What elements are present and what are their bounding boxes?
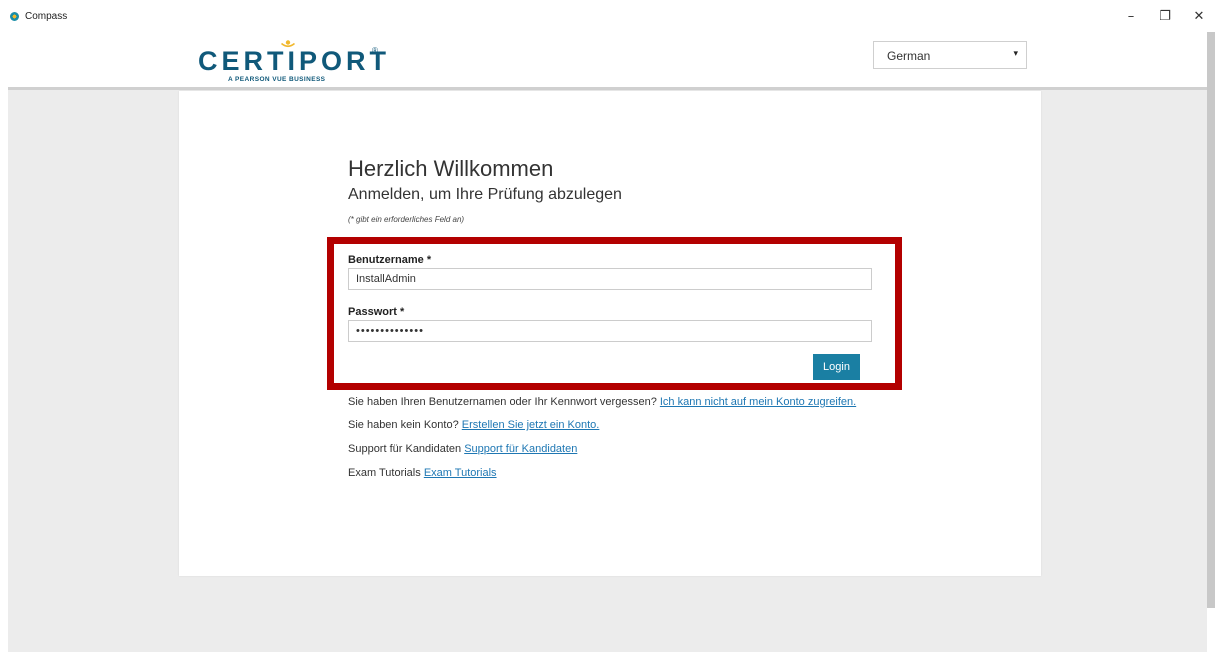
language-selected-value: German — [887, 49, 931, 63]
page-title: Herzlich Willkommen — [348, 156, 554, 181]
compass-app-icon — [10, 12, 19, 21]
username-label: Benutzername * — [348, 254, 432, 266]
window-title: Compass — [25, 11, 68, 22]
forgot-credentials-text: Sie haben Ihren Benutzernamen oder Ihr K… — [348, 396, 657, 408]
create-account-link[interactable]: Erstellen Sie jetzt ein Konto. — [462, 419, 600, 431]
exam-tutorials-text: Exam Tutorials — [348, 467, 421, 479]
account-access-link[interactable]: Ich kann nicht auf mein Konto zugreifen. — [660, 396, 856, 408]
page-subtitle: Anmelden, um Ihre Prüfung abzulegen — [348, 186, 622, 203]
certiport-logo: CERTIPORT ® A PEARSON VUE BUSINESS — [198, 40, 388, 86]
chevron-down-icon: ▾ — [1013, 48, 1018, 58]
restore-button[interactable]: ❐ — [1152, 8, 1178, 26]
logo-wordmark: CERTIPORT — [198, 46, 391, 76]
close-button[interactable]: ✕ — [1186, 8, 1212, 26]
login-button[interactable]: Login — [813, 354, 860, 380]
password-field[interactable] — [348, 320, 872, 342]
logo-tagline: A PEARSON VUE BUSINESS — [228, 76, 326, 83]
candidate-support-text: Support für Kandidaten — [348, 443, 462, 455]
header: CERTIPORT ® A PEARSON VUE BUSINESS Germa… — [0, 32, 1215, 88]
candidate-support-line: Support für Kandidaten Support für Kandi… — [348, 443, 577, 455]
logo-registered-mark: ® — [372, 46, 378, 55]
username-field[interactable] — [348, 268, 872, 290]
required-field-note: (* gibt ein erforderliches Feld an) — [348, 215, 465, 224]
password-label: Passwort * — [348, 306, 405, 318]
forgot-credentials-line: Sie haben Ihren Benutzernamen oder Ihr K… — [348, 396, 856, 408]
language-select[interactable]: German ▾ — [873, 41, 1027, 69]
minimize-button[interactable]: – — [1118, 8, 1144, 26]
title-bar: Compass – ❐ ✕ — [0, 0, 1215, 32]
no-account-line: Sie haben kein Konto? Erstellen Sie jetz… — [348, 419, 599, 431]
exam-tutorials-line: Exam Tutorials Exam Tutorials — [348, 467, 497, 479]
scrollbar[interactable] — [1207, 32, 1215, 608]
candidate-support-link[interactable]: Support für Kandidaten — [464, 443, 577, 455]
exam-tutorials-link[interactable]: Exam Tutorials — [424, 467, 497, 479]
no-account-text: Sie haben kein Konto? — [348, 419, 459, 431]
